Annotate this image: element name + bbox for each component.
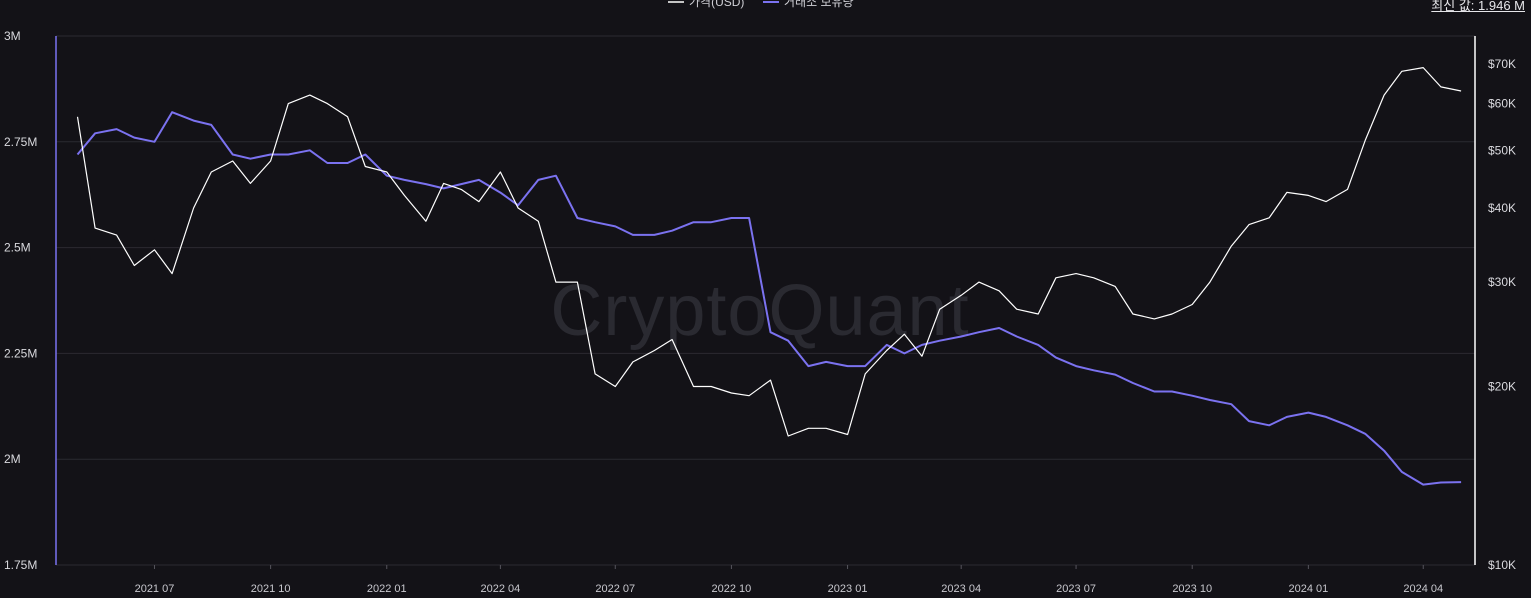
series-price-line[interactable] — [76, 66, 1462, 437]
x-tick-label: 2022 10 — [712, 583, 752, 595]
x-axis: 2021 07 2021 10 2022 01 2022 04 2022 07 2022 … — [135, 565, 1443, 595]
legend-price-label[interactable]: 가격(USD) — [689, 0, 744, 9]
x-tick-label: 2022 04 — [481, 583, 521, 595]
x-tick-label: 2022 01 — [367, 583, 407, 595]
x-tick-label: 2021 07 — [135, 583, 175, 595]
x-tick-label: 2024 01 — [1288, 583, 1328, 595]
right-tick-label: $40K — [1488, 201, 1516, 215]
chart-svg: CryptoQuant 1.75M 2M 2.25M 2.5M 2.75M 3M $10K… — [4, 0, 1516, 595]
x-tick-label: 2024 04 — [1403, 583, 1443, 595]
x-tick-label: 2021 10 — [251, 583, 291, 595]
right-tick-label: $70K — [1488, 57, 1516, 71]
right-axis: $10K $20K $30K $40K $50K $60K $70K — [1474, 36, 1516, 572]
legend: 가격(USD) 거래소 보유량 — [668, 0, 854, 9]
watermark-text: CryptoQuant — [550, 271, 969, 351]
left-axis: 1.75M 2M 2.25M 2.5M 2.75M 3M — [4, 29, 57, 572]
left-tick-label: 1.75M — [4, 558, 37, 572]
latest-value: 최신 값: 1.946 M — [1431, 0, 1525, 13]
left-tick-label: 2M — [4, 452, 21, 466]
right-tick-label: $20K — [1488, 379, 1516, 393]
x-tick-label: 2023 01 — [828, 583, 868, 595]
left-tick-label: 2.75M — [4, 135, 37, 149]
left-tick-label: 3M — [4, 29, 21, 43]
right-tick-label: $60K — [1488, 97, 1516, 111]
x-tick-label: 2023 04 — [941, 583, 981, 595]
x-tick-label: 2023 07 — [1056, 583, 1096, 595]
left-tick-label: 2.25M — [4, 346, 37, 360]
right-tick-label: $50K — [1488, 144, 1516, 158]
right-tick-label: $30K — [1488, 275, 1516, 289]
x-tick-label: 2022 07 — [595, 583, 635, 595]
left-tick-label: 2.5M — [4, 241, 31, 255]
right-tick-label: $10K — [1488, 558, 1516, 572]
legend-reserve-label[interactable]: 거래소 보유량 — [784, 0, 854, 9]
chart-container: CryptoQuant 1.75M 2M 2.25M 2.5M 2.75M 3M $10K… — [0, 0, 1531, 598]
x-tick-label: 2023 10 — [1172, 583, 1212, 595]
